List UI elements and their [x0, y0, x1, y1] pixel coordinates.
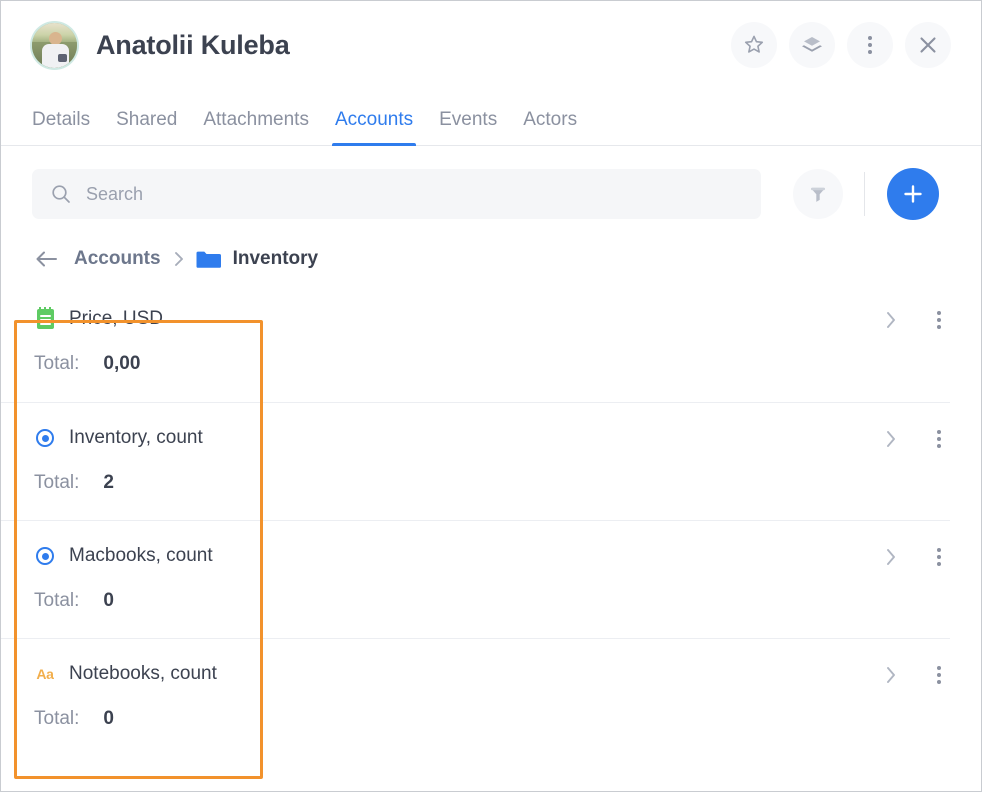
- page-title: Anatolii Kuleba: [96, 29, 290, 60]
- row-menu-button[interactable]: [928, 545, 950, 569]
- tab-accounts[interactable]: Accounts: [331, 109, 417, 146]
- row-menu-button[interactable]: [928, 427, 950, 451]
- table-row[interactable]: Inventory, count Total: 2: [1, 402, 950, 520]
- breadcrumb-back-button[interactable]: [34, 249, 60, 269]
- row-actions: [880, 427, 950, 451]
- row-open-button[interactable]: [880, 308, 902, 332]
- filter-funnel-icon: [811, 187, 825, 202]
- add-button[interactable]: [887, 168, 939, 220]
- breadcrumb-current: Inventory: [232, 248, 319, 269]
- total-label: Total:: [34, 708, 80, 729]
- vertical-dots-icon: [937, 548, 941, 566]
- row-actions: [880, 308, 950, 332]
- row-menu-button[interactable]: [928, 663, 950, 687]
- arrow-left-icon: [36, 251, 57, 267]
- search-input[interactable]: [86, 183, 743, 205]
- tab-bar: Details Shared Attachments Accounts Even…: [1, 89, 981, 146]
- row-header: Macbooks, count: [34, 521, 950, 567]
- folder-icon-wrap: [195, 249, 221, 270]
- blue-radio-dot-icon: [34, 545, 56, 567]
- layers-icon: [802, 37, 822, 52]
- header-actions: [731, 22, 951, 68]
- row-title: Price, USD: [69, 308, 163, 329]
- total-label: Total:: [34, 353, 80, 374]
- breadcrumb-separator: [174, 251, 184, 267]
- row-total: Total: 0: [34, 590, 950, 612]
- contact-detail-panel: Anatolii Kuleba Details Shared Attachmen…: [0, 0, 982, 792]
- chevron-right-icon: [887, 431, 895, 447]
- close-x-icon: [920, 37, 936, 53]
- chevron-right-icon: [887, 549, 895, 565]
- vertical-dots-icon: [937, 311, 941, 329]
- total-value: 0: [103, 590, 114, 611]
- breadcrumb: Accounts Inventory: [1, 240, 981, 284]
- vertical-dots-icon: [937, 430, 941, 448]
- avatar-hand: [58, 54, 68, 62]
- row-total: Total: 0,00: [34, 353, 950, 375]
- chevron-right-icon: [887, 312, 895, 328]
- folder-icon: [196, 251, 221, 268]
- row-header: Inventory, count: [34, 403, 950, 449]
- row-open-button[interactable]: [880, 427, 902, 451]
- tab-events[interactable]: Events: [439, 109, 497, 145]
- total-value: 0: [103, 708, 114, 729]
- breadcrumb-root-link[interactable]: Accounts: [74, 248, 161, 270]
- row-open-button[interactable]: [880, 663, 902, 687]
- row-actions: [880, 663, 950, 687]
- tab-shared[interactable]: Shared: [116, 109, 177, 145]
- row-header: Price, USD: [34, 284, 950, 330]
- avatar[interactable]: [32, 22, 77, 68]
- tab-details[interactable]: Details: [32, 109, 90, 145]
- green-notepad-icon: [34, 307, 56, 330]
- row-title: Notebooks, count: [69, 663, 217, 684]
- tab-list: Details Shared Attachments Accounts Even…: [32, 89, 950, 146]
- table-row[interactable]: Macbooks, count Total: 0: [1, 520, 950, 638]
- total-value: 0,00: [103, 353, 141, 374]
- total-value: 2: [103, 472, 114, 493]
- table-row[interactable]: Aa Notebooks, count Total: 0: [1, 638, 950, 756]
- orange-aa-text-icon: Aa: [36, 666, 54, 682]
- layers-button[interactable]: [789, 22, 835, 68]
- chevron-right-icon: [174, 252, 183, 266]
- row-header: Aa Notebooks, count: [34, 639, 950, 685]
- row-title: Macbooks, count: [69, 545, 213, 566]
- close-button[interactable]: [905, 22, 951, 68]
- blue-radio-dot-icon: [34, 427, 56, 449]
- account-list: Price, USD Total: 0,00 Inventory, count …: [1, 284, 981, 756]
- filter-button[interactable]: [793, 169, 843, 219]
- total-label: Total:: [34, 472, 80, 493]
- tab-attachments[interactable]: Attachments: [203, 109, 309, 145]
- row-total: Total: 0: [34, 708, 950, 730]
- row-open-button[interactable]: [880, 545, 902, 569]
- search-box[interactable]: [32, 169, 761, 219]
- row-menu-button[interactable]: [928, 308, 950, 332]
- star-icon: [744, 35, 764, 53]
- row-actions: [880, 545, 950, 569]
- vertical-dots-icon: [937, 666, 941, 684]
- toolbar-divider: [864, 172, 865, 216]
- more-options-button[interactable]: [847, 22, 893, 68]
- favorite-star-button[interactable]: [731, 22, 777, 68]
- table-row[interactable]: Price, USD Total: 0,00: [1, 284, 950, 402]
- row-total: Total: 2: [34, 472, 950, 494]
- plus-icon: [904, 185, 922, 203]
- panel-header: Anatolii Kuleba: [1, 1, 981, 89]
- avatar-head: [48, 31, 62, 45]
- chevron-right-icon: [887, 667, 895, 683]
- search-toolbar: [1, 146, 981, 240]
- vertical-dots-icon: [868, 36, 872, 54]
- row-title: Inventory, count: [69, 427, 203, 448]
- search-icon: [52, 185, 70, 203]
- total-label: Total:: [34, 590, 80, 611]
- tab-actors[interactable]: Actors: [523, 109, 577, 145]
